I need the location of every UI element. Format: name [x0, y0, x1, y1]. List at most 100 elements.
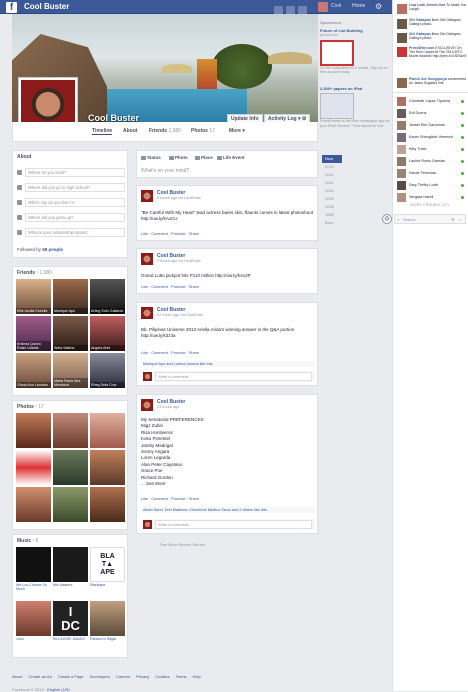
tab-friends[interactable]: Friends 1,980	[149, 128, 181, 134]
photos-title[interactable]: Photos · 17	[13, 401, 127, 413]
chat-search[interactable]: ◍ ⌕ Search ⚙ ×	[382, 214, 466, 224]
year-link[interactable]: 2011	[322, 179, 342, 187]
about-row-city[interactable]: Which city do you live in?	[17, 198, 125, 208]
tab-about[interactable]: About	[123, 128, 137, 134]
see-more-stories-link[interactable]: See More Recent Stories	[160, 542, 205, 547]
footer-link[interactable]: Cookies	[155, 674, 169, 679]
friend-name[interactable]: Monique Apo	[53, 308, 88, 314]
hometown-input[interactable]: Where did you grow up?	[25, 213, 125, 222]
friends-title[interactable]: Friends · 1,980	[13, 267, 127, 279]
friend-name[interactable]: Krishna Quezo Rosin Ubalde	[16, 341, 51, 351]
highschool-input[interactable]: Where did you go to high school?	[25, 183, 125, 192]
friend-thumb[interactable]: Arting Sofu Gallardo	[90, 279, 125, 314]
footer-link[interactable]: Terms	[176, 674, 187, 679]
footer-link[interactable]: Create a Page	[58, 674, 84, 679]
photo-thumb[interactable]	[16, 450, 51, 485]
home-link[interactable]: Home	[352, 3, 365, 9]
about-row-hometown[interactable]: Where did you grow up?	[17, 213, 125, 223]
friend-name[interactable]: Gloria Ann Laudaro	[16, 382, 51, 388]
relationship-input[interactable]: What is your relationship status?	[25, 228, 125, 237]
music-thumb[interactable]	[90, 601, 125, 636]
friend-name[interactable]: Rheg Dela Cruz	[90, 382, 125, 388]
facebook-logo-icon[interactable]: f	[6, 2, 17, 13]
footer-link[interactable]: Create an Ad	[28, 674, 51, 679]
gear-icon[interactable]: ⚙	[375, 2, 385, 12]
friend-thumb[interactable]: Gloria Ann Laudaro	[16, 353, 51, 388]
globe-icon[interactable]: ◍	[382, 214, 392, 224]
music-name[interactable]: We Luv Chance So Much	[16, 583, 51, 591]
friend-thumb[interactable]: Wela Sabina	[53, 316, 88, 351]
footer-link[interactable]: About	[12, 674, 22, 679]
post-time[interactable]: 22 hours ago via HootSuite	[157, 313, 203, 317]
footer-link[interactable]: Developers	[90, 674, 110, 679]
music-title[interactable]: Music · 6	[13, 535, 127, 547]
friend-name[interactable]: Wela Sabina	[53, 345, 88, 351]
music-name[interactable]: Starktape	[90, 583, 125, 587]
music-name[interactable]: Mix Masters	[53, 583, 88, 587]
photo-thumb[interactable]	[53, 413, 88, 448]
city-input[interactable]: Which city do you live in?	[25, 198, 125, 207]
chat-contact[interactable]: Kitty Trixie	[395, 144, 467, 155]
music-name[interactable]: Juno	[16, 637, 51, 641]
chat-contact[interactable]: Sary Thrifty Lovik	[395, 180, 467, 191]
app-title[interactable]: Cool Buster	[24, 2, 69, 11]
post-time[interactable]: 9 hours ago via HootSuite	[157, 259, 201, 263]
friend-thumb[interactable]: Krishna Quezo Rosin Ubalde	[16, 316, 51, 351]
comment-input[interactable]: Write a comment...	[155, 520, 312, 529]
music-thumb[interactable]	[16, 547, 51, 582]
photo-thumb[interactable]	[90, 487, 125, 522]
year-link[interactable]: 2012	[322, 171, 342, 179]
friend-thumb[interactable]: Maria Fania Sira Mendoza	[53, 353, 88, 388]
friend-thumb[interactable]: Angela Arini	[90, 316, 125, 351]
post-avatar[interactable]	[141, 253, 153, 265]
chat-close-icon[interactable]: ×	[459, 217, 461, 222]
composer-tab-place[interactable]: Place	[195, 155, 213, 160]
more-friends-link[interactable]: MORE FRIENDS (47)	[394, 203, 466, 207]
post-time[interactable]: 23 hours ago	[157, 405, 179, 409]
work-input[interactable]: Where do you work?	[25, 168, 125, 177]
ad-image[interactable]	[320, 39, 354, 66]
chat-contact[interactable]: Nicole Fenecias	[395, 168, 467, 179]
post-time[interactable]: 8 hours ago via HootSuite	[157, 196, 201, 200]
friend-name[interactable]: Ellie Arcilla Estrella	[16, 308, 51, 314]
music-name[interactable]: KILLINGEE DAVAO	[53, 637, 88, 641]
year-link[interactable]: 1985	[322, 211, 342, 219]
language-link[interactable]: English (US)	[47, 687, 69, 692]
followed-count[interactable]: 68 people	[42, 247, 63, 252]
chat-contact[interactable]: Conradie Lapuz Tiponza	[395, 96, 467, 107]
photo-thumb[interactable]	[16, 487, 51, 522]
friend-thumb[interactable]: Rheg Dela Cruz	[90, 353, 125, 388]
tab-more[interactable]: More ▾	[229, 128, 245, 134]
chat-search-input[interactable]: Search	[403, 217, 416, 222]
ticker-item[interactable]: Lisa Leah Jeremi likes To Make You Laugh…	[395, 2, 467, 18]
post-avatar[interactable]	[141, 399, 153, 411]
user-name-link[interactable]: Cool	[331, 3, 341, 9]
post-actions[interactable]: Like · Comment · Promote · Share	[141, 232, 199, 236]
post-avatar[interactable]	[141, 190, 153, 202]
music-thumb[interactable]	[53, 547, 88, 582]
music-thumb[interactable]: BLA T▲ APE	[90, 547, 125, 582]
chat-contact[interactable]: Lachie Ruelo Damian	[395, 156, 467, 167]
ad-title[interactable]: 2,300+ papers on iPad	[320, 86, 390, 91]
ticker-item[interactable]: PressWire.com EXCLUSIVE! On The Red Carp…	[395, 45, 467, 71]
friend-thumb[interactable]: Monique Apo	[53, 279, 88, 314]
music-name[interactable]: Pandoo in Bilgar	[90, 637, 125, 641]
chat-contact[interactable]: Jessel Elin Gardones	[395, 120, 467, 131]
photo-thumb[interactable]	[53, 450, 88, 485]
post-likes[interactable]: Aidan Karol, Drei Martinez, Cheverine Me…	[141, 507, 315, 513]
comment-input[interactable]: Write a comment...	[155, 372, 312, 381]
year-link[interactable]: 2013	[322, 163, 342, 171]
chat-contact[interactable]: Kaver Shenglicie Vermont	[395, 132, 467, 143]
chat-contact[interactable]: Vergara Harell	[395, 192, 467, 203]
ad-item[interactable]: Future of List Building jsbook.com 10,00…	[320, 28, 390, 75]
chat-options-icon[interactable]: ⚙	[451, 217, 455, 222]
year-link[interactable]: 2010	[322, 187, 342, 195]
photo-thumb[interactable]	[16, 413, 51, 448]
music-thumb[interactable]	[16, 601, 51, 636]
composer-tab-life-event[interactable]: Life Event	[217, 155, 245, 160]
about-row-work[interactable]: Where do you work?	[17, 168, 125, 178]
post-actions[interactable]: Like · Comment · Promote · Share	[141, 497, 199, 501]
tab-photos[interactable]: Photos 17	[191, 128, 215, 134]
photo-thumb[interactable]	[90, 413, 125, 448]
footer-link[interactable]: Help	[193, 674, 201, 679]
